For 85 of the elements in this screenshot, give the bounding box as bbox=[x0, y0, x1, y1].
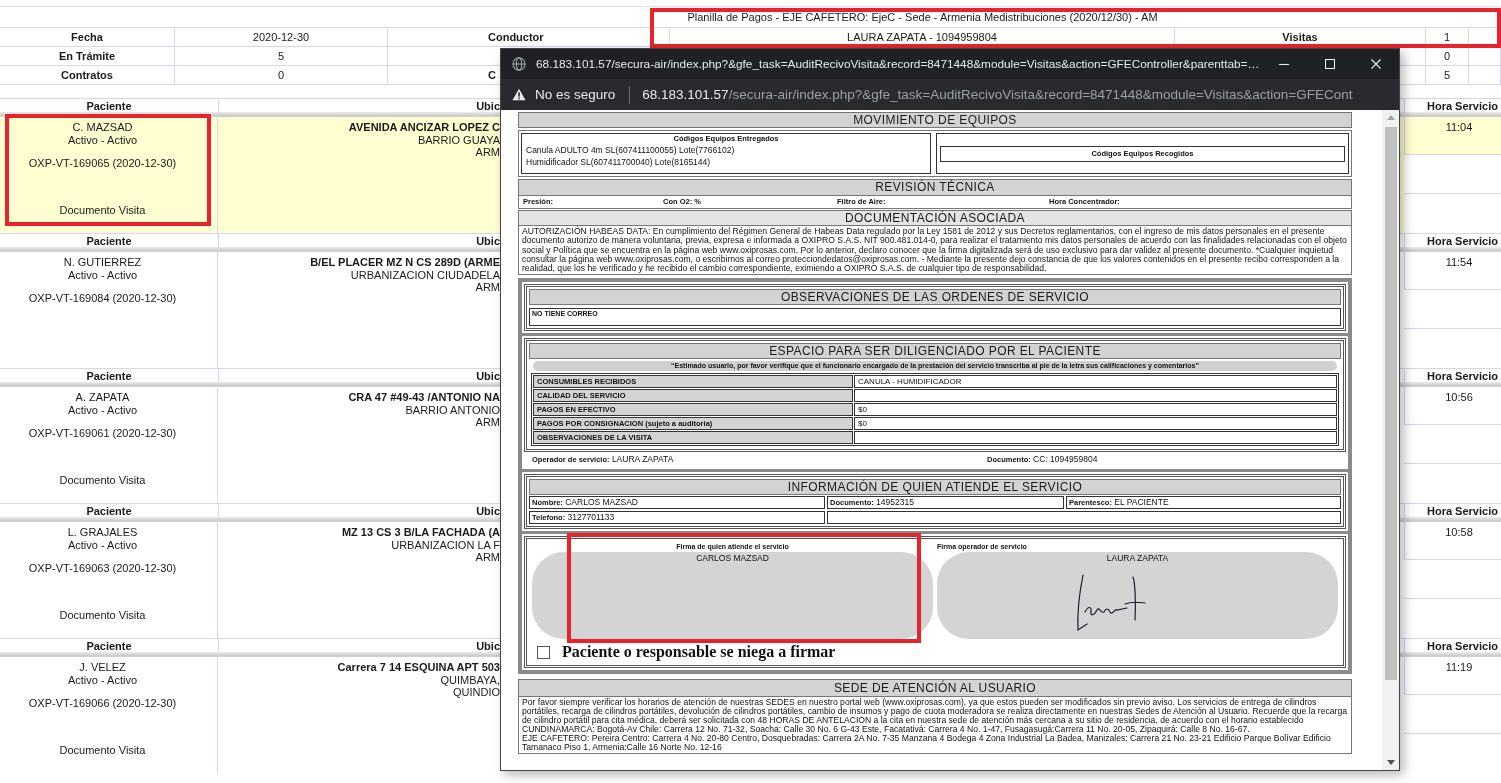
report-title: Planilla de Pagos - EJE CAFETERO: EjeC - Sede - Armenia Medistribuciones (2020/12/30) - AM bbox=[687, 11, 1158, 23]
neighborhood-text: URBANIZACION CIUDADELA bbox=[350, 268, 500, 281]
address-text: CRA 47 #49-43 /ANTONIO NA bbox=[348, 391, 500, 404]
column-header: Paciente bbox=[86, 640, 132, 652]
field-label: Fecha bbox=[71, 31, 103, 43]
section-header: SEDE DE ATENCIÓN AL USUARIO bbox=[518, 679, 1352, 698]
visit-id: OXP-VT-169061 (2020-12-30) bbox=[28, 427, 177, 440]
section-header: OBSERVACIONES DE LAS ORDENES DE SERVICIO bbox=[529, 289, 1341, 306]
section-header: DOCUMENTACIÓN ASOCIADA bbox=[518, 210, 1352, 226]
office-text: EJE CAFETERO: Pereira Centro: Carrera 4 No. 20-80 Centro, Dosquebradas: Carrera 2A No. 7-35 Manzana 4 Bodega 4 Zona Industrial La Badea, Manizales: Carrera 21 No. 23-21 Edificio Parque Bolívar Edificio Tamanaco Piso 1, Armenia:Calle 16 Norte No. 12-16 bbox=[522, 734, 1332, 753]
column-header: Paciente bbox=[86, 235, 132, 247]
visit-id: OXP-VT-169063 (2020-12-30) bbox=[28, 562, 177, 575]
visit-id: OXP-VT-169065 (2020-12-30) bbox=[28, 157, 177, 170]
column-header: Hora Servicio bbox=[1427, 235, 1498, 247]
service-time: 11:19 bbox=[1445, 661, 1473, 675]
office-text: CUNDINAMARCA: Bogotá-Av Chile: Carrera 12 No. 71-32, Soacha: Calle 30 No. 6 G-43 Este, Facatativá: Carrera 4 No. 1-47, Fusagasugá:Carrera 11 No. 20-05, Zipaquirá: Calle 8 No. 16-67. bbox=[522, 725, 1250, 735]
column-header: Ubic bbox=[476, 100, 500, 112]
patient-status: Activo - Activo bbox=[67, 674, 138, 687]
city-text: ARM bbox=[475, 146, 500, 159]
patient-status: Activo - Activo bbox=[67, 539, 138, 552]
field-value: LAURA ZAPATA - 1094959804 bbox=[847, 31, 997, 43]
section-header: ESPACIO PARA SER DILIGENCIADO POR EL PACIENTE bbox=[529, 343, 1341, 360]
column-header: Paciente bbox=[86, 100, 132, 112]
table-cell: CANULA - HUMIDIFICADOR bbox=[854, 375, 1337, 389]
city-text: ARM bbox=[475, 416, 500, 429]
patient-name: L. GRAJALES bbox=[67, 526, 138, 539]
field-label: Visitas bbox=[1282, 31, 1318, 43]
patient-name: C. MAZSAD bbox=[72, 121, 133, 134]
service-time: 10:58 bbox=[1445, 526, 1473, 540]
field-value: 5 bbox=[1443, 69, 1451, 81]
section-header: REVISIÓN TÉCNICA bbox=[518, 179, 1352, 196]
office-text: Por favor siempre verificar los horarios de atención de nuestras SEDES en nuestro portal web (www.oxiprosas.com), ya que estos pueden ser modificados sin previo aviso. Los servicios de entrega de cilindros portátiles, recarga de cilindros portátiles, devolución de cilindros portátiles, cambio de insumos y pago de cuota moderadora se realiza directamente en nuestras Sedes de Atención al Usuario. Recuerde que la recarga de cilindro portátil para cita médica, deberá ser solicitada con 48 HORAS DE ANTELACION a la cita en nuestra sede de atención más cercana a su sitio de residencia, de acuerdo con el horario establecido bbox=[522, 698, 1348, 726]
neighborhood-text: BARRIO GUAYA bbox=[417, 133, 500, 146]
address-text: Carrera 7 14 ESQUINA APT 503 bbox=[337, 661, 500, 674]
column-header: Ubic bbox=[476, 505, 500, 517]
consent-text: AUTORIZACIÓN HABEAS DATA: En cumplimiento del Régimen General de Habeas Data regulado por la Ley 1581 de 2012 y sus Decretos reglamentarios, con el ingreso de mis datos personales en el presente documento autorizo de manera voluntaria, previa, expresa e informada a OXIPRO S.A.S. NIT 900.481.014-0, para realizar el tratamiento mis datos personales de acuerdo con las finalidades relacionadas con el objeto social y Política que se encuentra en la página web www.oxiprosas.com. Por lo anterior, declaro conocer que la firma digitalizada será de uso exclusivo para dar validez al presente documento. *Cualquier inquietud consultar la página web www.oxiprosas.com, o escribirnos al correo protecciondedatos@oxiprosas.com. - Mediante la presente dejo constancia de que los valores contenidos en el presente recibo corresponden a la realidad, que los he verificado y he recibido el cambio correspondiente, eximiendo a OXIPRO S.A.S. de cualquier tipo de responsabilidad. bbox=[518, 226, 1352, 276]
field-value: 5 bbox=[277, 50, 285, 62]
column-header: Paciente bbox=[86, 370, 132, 382]
equipment-item: Humidificador SL(607411700040) Lote(8165144) bbox=[526, 156, 711, 168]
column-header: Ubic bbox=[476, 370, 500, 382]
service-time: 11:54 bbox=[1445, 256, 1473, 270]
field-label: Conductor bbox=[488, 31, 544, 43]
column-header: Hora Servicio bbox=[1427, 100, 1498, 112]
column-header: Paciente bbox=[86, 505, 132, 517]
column-header: Hora Servicio bbox=[1427, 640, 1498, 652]
visit-id: OXP-VT-169066 (2020-12-30) bbox=[28, 697, 177, 710]
column-header: Ubic bbox=[476, 640, 500, 652]
column-header: Hora Servicio bbox=[1427, 370, 1498, 382]
service-time: 10:56 bbox=[1445, 391, 1473, 405]
table-cell: $0 bbox=[854, 417, 1337, 431]
patient-name: N. GUTIERREZ bbox=[63, 256, 142, 269]
equipment-item: Canula ADULTO 4m SL(607411100055) Lote(7766102) bbox=[526, 144, 735, 156]
address-text: B/EL PLACER MZ N CS 289D (ARME bbox=[310, 256, 500, 269]
field-label: Contratos bbox=[61, 69, 113, 81]
column-header: Ubic bbox=[476, 235, 500, 247]
city-text: ARM bbox=[475, 551, 500, 564]
service-time: 11:04 bbox=[1445, 121, 1473, 135]
column-header: Hora Servicio bbox=[1427, 505, 1498, 517]
neighborhood-text: URBANIZACION LA F bbox=[391, 538, 500, 551]
checkbox-label: Paciente o responsable se niega a firmar bbox=[562, 643, 836, 662]
visit-id: OXP-VT-169084 (2020-12-30) bbox=[28, 292, 177, 305]
city-text: ARM bbox=[475, 281, 500, 294]
field-value: 0 bbox=[277, 69, 285, 81]
address-text: MZ 13 CS 3 B/LA FACHADA (A bbox=[341, 526, 500, 539]
neighborhood-text: QUIMBAYA, bbox=[440, 673, 500, 686]
field-value: 2020-12-30 bbox=[252, 31, 310, 43]
field-label: C bbox=[488, 69, 496, 81]
signer-name: LAURA ZAPATA bbox=[1106, 553, 1169, 564]
neighborhood-text: BARRIO ANTONIO bbox=[405, 403, 500, 416]
table-cell: $0 bbox=[854, 403, 1337, 417]
field-value: 1 bbox=[1443, 31, 1451, 43]
field-label: En Trámite bbox=[58, 50, 116, 62]
address-text: AVENIDA ANCIZAR LOPEZ C bbox=[348, 121, 500, 134]
patient-name: J. VELEZ bbox=[79, 661, 126, 674]
patient-status: Activo - Activo bbox=[67, 404, 138, 417]
address-url: 68.183.101.57/secura-air/index.php?&gfe_task=AuditRecivoVisita&record=8471448&module=Visitas&action=GFECont bbox=[642, 87, 1353, 102]
section-header: INFORMACIÓN DE QUIEN ATIENDE EL SERVICIO bbox=[529, 479, 1341, 496]
patient-name: A. ZAPATA bbox=[75, 391, 130, 404]
patient-status: Activo - Activo bbox=[67, 134, 138, 147]
field-value: 0 bbox=[1443, 50, 1451, 62]
patient-status: Activo - Activo bbox=[67, 269, 138, 282]
window-title: 68.183.101.57/secura-air/index.php?&gfe_task=AuditRecivoVisita&record=8471448&module=Visitas&action=GFEController&parenttab=… bbox=[536, 57, 1261, 71]
section-header: MOVIMIENTO DE EQUIPOS bbox=[518, 112, 1352, 128]
city-text: QUINDIO bbox=[452, 686, 500, 699]
signer-name: CARLOS MAZSAD bbox=[696, 553, 769, 564]
